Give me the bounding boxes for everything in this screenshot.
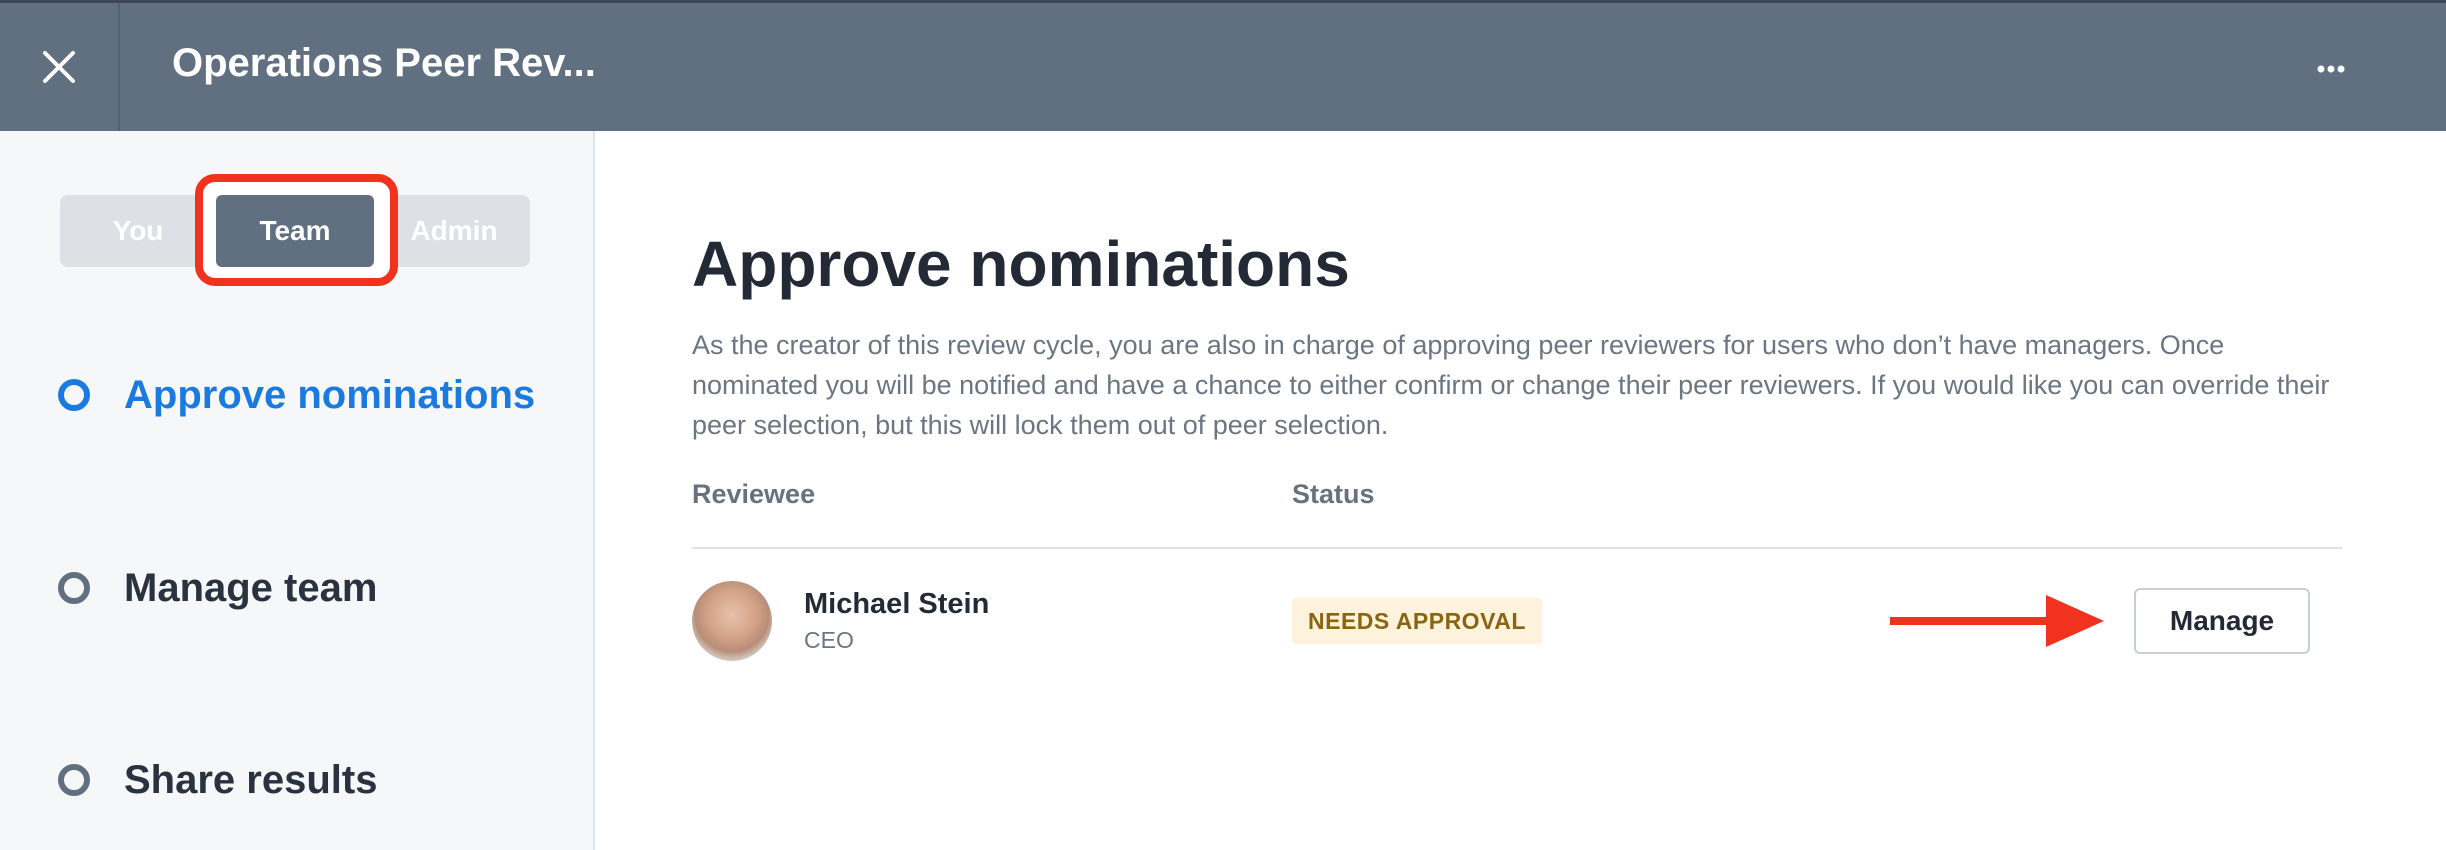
app-title: Operations Peer Rev... (172, 41, 596, 85)
segment-team[interactable]: Team (216, 195, 374, 267)
segment-admin[interactable]: Admin (378, 195, 530, 267)
step-indicator-icon (58, 379, 90, 411)
step-share-results[interactable]: Share results (58, 750, 377, 810)
page-title: Approve nominations (692, 228, 1350, 300)
top-bar: Operations Peer Rev... (0, 0, 2446, 131)
close-button[interactable] (0, 3, 120, 131)
main-panel: Approve nominations As the creator of th… (597, 131, 2446, 850)
table-divider (692, 547, 2342, 549)
close-icon (43, 51, 75, 83)
more-options-button[interactable] (2306, 51, 2356, 87)
annotation-arrow-icon (1890, 595, 2104, 647)
step-indicator-icon (58, 764, 90, 796)
more-horizontal-icon (2317, 65, 2345, 73)
reviewee-name: Michael Stein (804, 588, 990, 620)
step-indicator-icon (58, 572, 90, 604)
avatar (692, 581, 772, 661)
manage-button[interactable]: Manage (2134, 588, 2310, 654)
sidebar: You Admin Team Approve nominations Manag… (0, 131, 595, 850)
step-label: Share results (124, 757, 378, 802)
step-approve-nominations[interactable]: Approve nominations (58, 365, 535, 425)
segment-you[interactable]: You (60, 195, 216, 267)
step-manage-team[interactable]: Manage team (58, 558, 377, 618)
reviewee-role: CEO (804, 627, 854, 653)
status-badge: NEEDS APPROVAL (1292, 598, 1542, 644)
column-header-reviewee: Reviewee (692, 479, 816, 509)
column-header-status: Status (1292, 479, 1375, 509)
step-label: Manage team (124, 565, 378, 610)
step-label: Approve nominations (124, 372, 536, 417)
page-description: As the creator of this review cycle, you… (692, 330, 2330, 440)
